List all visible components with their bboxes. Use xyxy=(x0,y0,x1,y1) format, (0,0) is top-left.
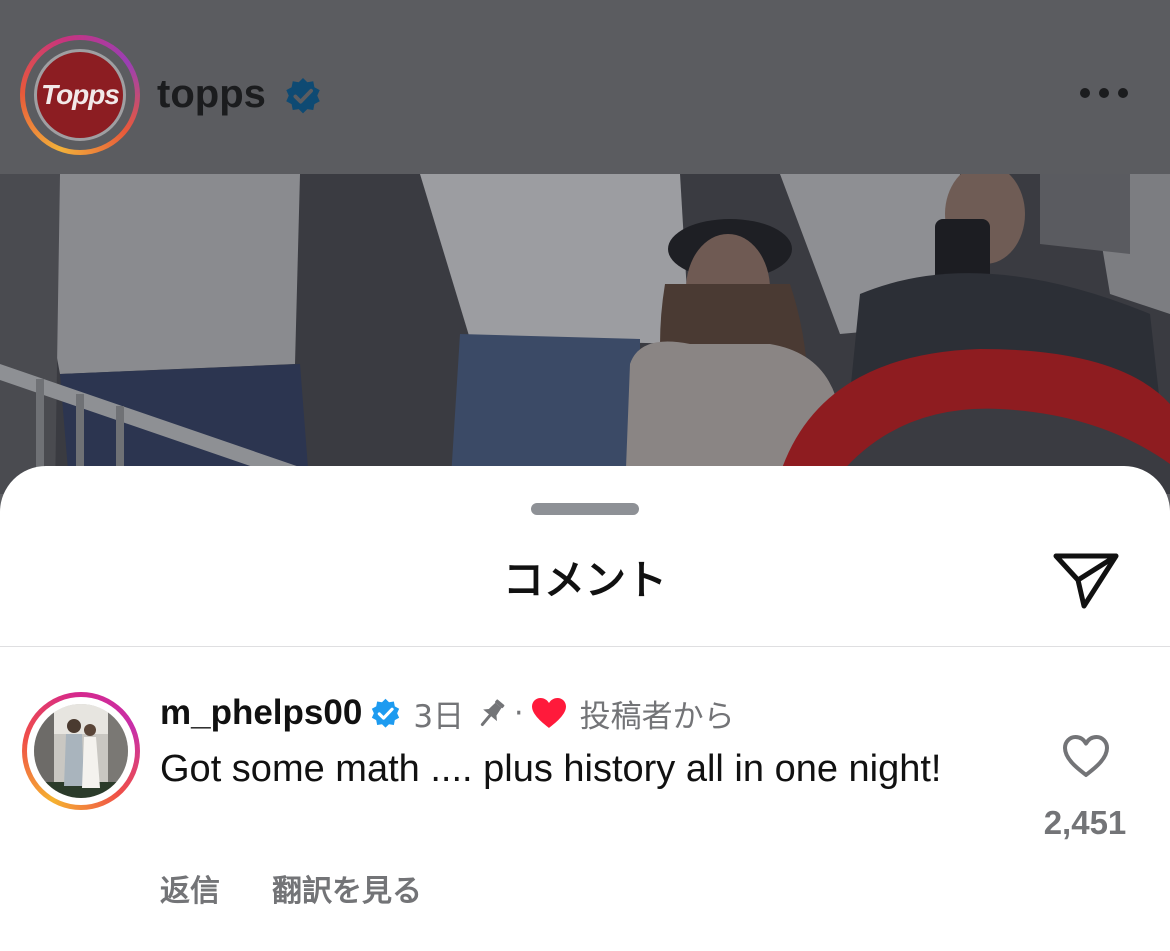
post-header: Topps topps xyxy=(0,0,1170,174)
crowd-photo xyxy=(0,174,1170,494)
sheet-divider xyxy=(0,646,1170,647)
pin-icon xyxy=(480,699,505,726)
sheet-title: コメント xyxy=(503,556,667,604)
heart-filled-icon xyxy=(531,698,566,728)
topps-logo: Topps xyxy=(34,49,126,141)
paper-plane-icon[interactable] xyxy=(1048,550,1124,612)
commenter-story-ring[interactable] xyxy=(22,692,140,810)
account-name[interactable]: topps xyxy=(157,66,266,122)
more-horizontal-icon[interactable] xyxy=(1080,86,1130,100)
like-count: 2,451 xyxy=(1043,804,1127,841)
post-photo xyxy=(0,174,1170,494)
comment-actions: 返信 翻訳を見る xyxy=(160,866,422,910)
verified-badge-icon xyxy=(286,77,320,114)
sheet-grabber[interactable] xyxy=(531,503,639,515)
translate-button[interactable]: 翻訳を見る xyxy=(272,866,422,910)
reply-button[interactable]: 返信 xyxy=(160,866,220,910)
liked-by-author-label: 投稿者から xyxy=(579,698,735,735)
heart-outline-icon[interactable] xyxy=(1061,733,1111,779)
avatar[interactable] xyxy=(34,704,128,798)
comment-text: Got some math .... plus history all in o… xyxy=(160,748,942,790)
comment-time: 3日 xyxy=(413,698,465,735)
verified-badge-icon xyxy=(372,698,400,728)
comment-meta: m_phelps00 3日 · 投稿者から xyxy=(160,688,735,738)
story-ring[interactable]: Topps xyxy=(20,35,140,155)
comment-username[interactable]: m_phelps00 xyxy=(160,693,362,733)
meta-separator: · xyxy=(514,695,524,731)
avatar-photo xyxy=(34,704,128,798)
